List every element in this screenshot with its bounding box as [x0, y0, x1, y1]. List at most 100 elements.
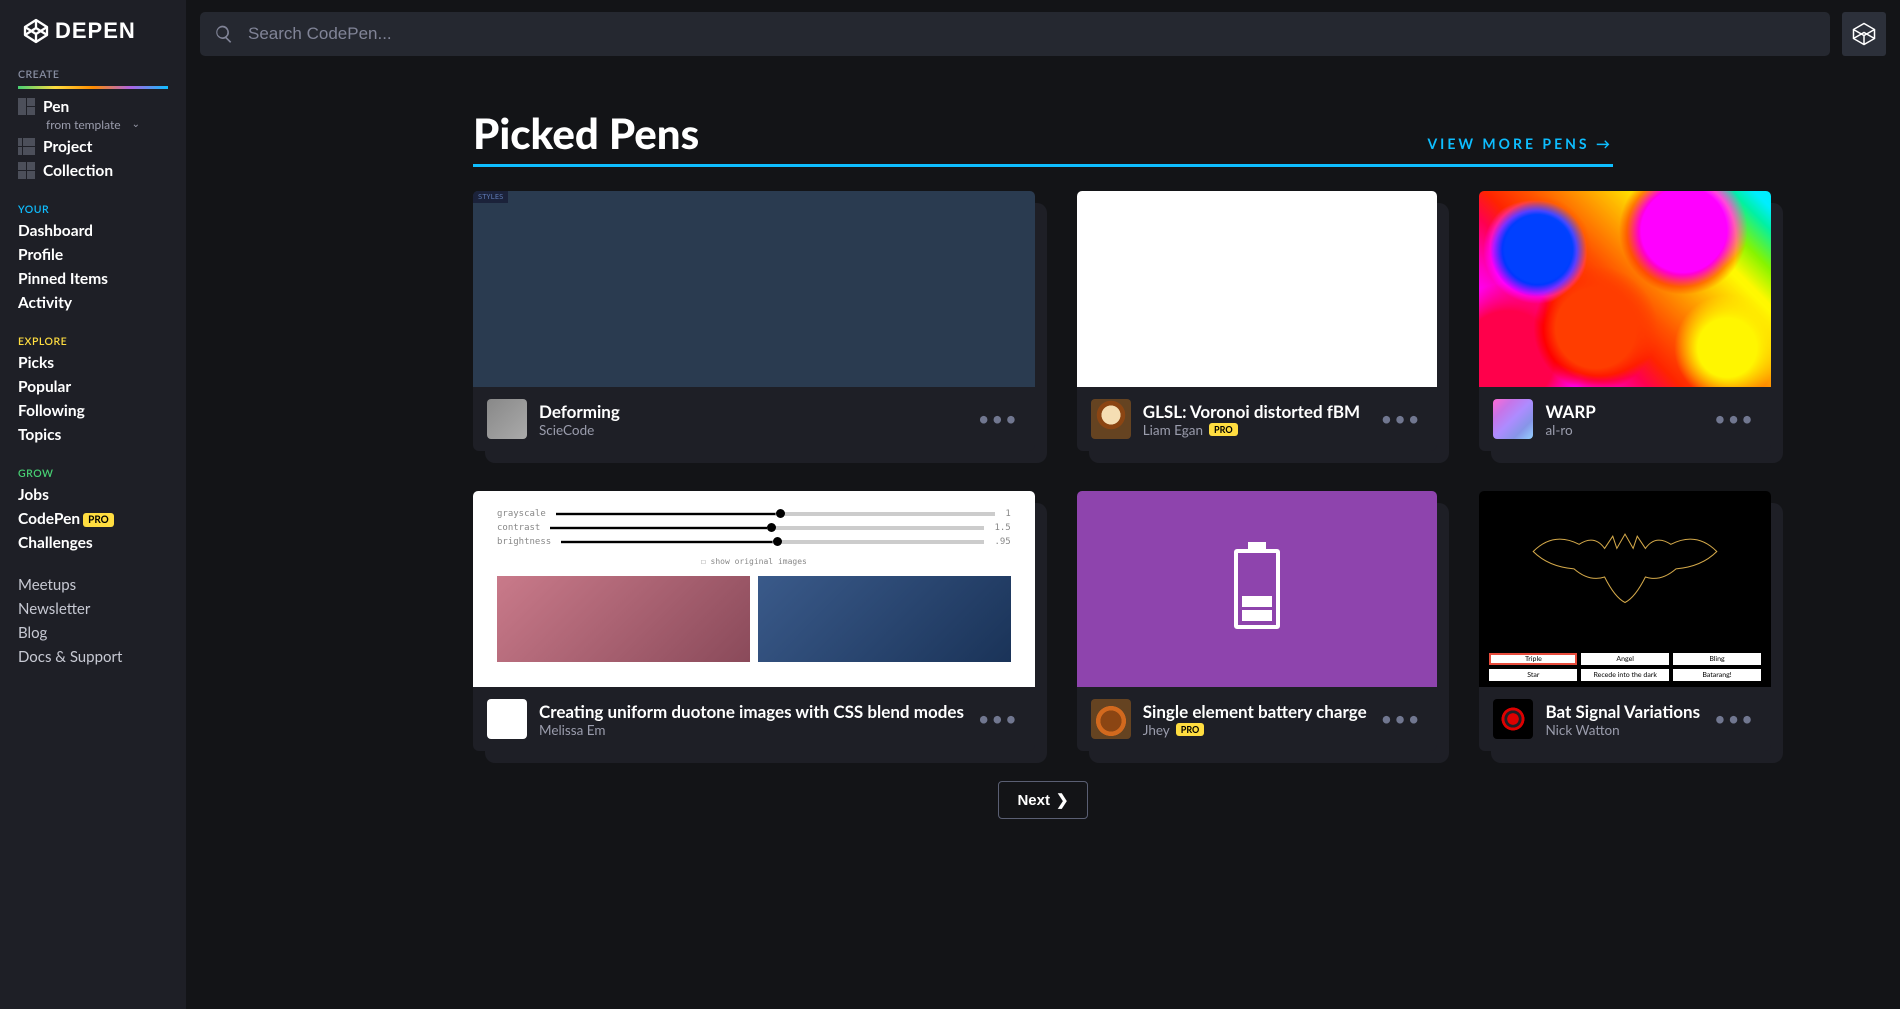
- nav-label: from template: [46, 117, 121, 132]
- card-menu-icon[interactable]: •••: [1712, 707, 1757, 731]
- nav-label: Pen: [43, 98, 69, 116]
- author-avatar[interactable]: [487, 399, 527, 439]
- author-avatar[interactable]: [1091, 399, 1131, 439]
- chevron-right-icon: ❯: [1056, 791, 1069, 809]
- section-label-explore: EXPLORE: [0, 331, 186, 351]
- rainbow-divider: [18, 86, 168, 89]
- nav-group-create: Pen from template ⌄ Project Collection: [0, 95, 186, 183]
- pro-badge: PRO: [1209, 423, 1238, 436]
- searchbar[interactable]: [200, 12, 1830, 56]
- next-button[interactable]: Next ❯: [998, 781, 1087, 819]
- pen-footer: Deforming ScieCode •••: [473, 387, 1035, 451]
- pen-author[interactable]: Jhey: [1143, 722, 1170, 738]
- nav-pinned-items[interactable]: Pinned Items: [0, 267, 186, 291]
- duotone-value: 1: [1005, 509, 1010, 519]
- pen-card[interactable]: Single element battery charge Jhey PRO •…: [1077, 491, 1438, 751]
- batman-btn: Triple: [1489, 653, 1577, 665]
- nav-profile[interactable]: Profile: [0, 243, 186, 267]
- nav-docs-support[interactable]: Docs & Support: [0, 645, 186, 669]
- pen-title: Deforming: [539, 401, 964, 422]
- card-menu-icon[interactable]: •••: [976, 707, 1021, 731]
- battery-icon: [1234, 549, 1280, 629]
- author-avatar[interactable]: [1091, 699, 1131, 739]
- card-menu-icon[interactable]: •••: [1379, 707, 1424, 731]
- pen-thumbnail: [1077, 491, 1438, 687]
- pen-thumbnail: Triple Angel Bling Star Recede into the …: [1479, 491, 1770, 687]
- pen-footer: WARP al-ro •••: [1479, 387, 1770, 451]
- author-avatar[interactable]: [1493, 699, 1533, 739]
- author-avatar[interactable]: [487, 699, 527, 739]
- nav-newsletter[interactable]: Newsletter: [0, 597, 186, 621]
- sidebar: DEPEN CREATE Pen from template ⌄ Project…: [0, 0, 186, 1009]
- chevron-down-icon: ⌄: [132, 118, 140, 130]
- footer-links: Meetups Newsletter Blog Docs & Support: [0, 573, 186, 669]
- pen-footer: GLSL: Voronoi distorted fBM Liam Egan PR…: [1077, 387, 1438, 451]
- cube-icon: [1849, 19, 1879, 49]
- pen-author[interactable]: Melissa Em: [539, 722, 605, 738]
- nav-label: CodePen: [18, 510, 80, 528]
- nav-jobs[interactable]: Jobs: [0, 483, 186, 507]
- section-title: Picked Pens: [473, 108, 699, 158]
- card-menu-icon[interactable]: •••: [1712, 407, 1757, 431]
- pen-card[interactable]: GLSL: Voronoi distorted fBM Liam Egan PR…: [1077, 191, 1438, 451]
- pen-thumbnail: grayscale1 contrast1.5 brightness.95 ☐ s…: [473, 491, 1035, 687]
- arrow-right-icon: →: [1596, 135, 1613, 152]
- pen-thumbnail: STYLES: [473, 191, 1035, 387]
- nav-new-project[interactable]: Project: [0, 135, 186, 159]
- nav-dashboard[interactable]: Dashboard: [0, 219, 186, 243]
- codepen-logo[interactable]: DEPEN: [0, 10, 186, 64]
- pen-author[interactable]: ScieCode: [539, 422, 594, 438]
- pro-badge: PRO: [1176, 723, 1205, 736]
- pen-footer: Bat Signal Variations Nick Watton •••: [1479, 687, 1770, 751]
- duotone-label: grayscale: [497, 509, 546, 519]
- nav-activity[interactable]: Activity: [0, 291, 186, 315]
- nav-following[interactable]: Following: [0, 399, 186, 423]
- section-label-your: YOUR: [0, 199, 186, 219]
- nav-codepen-pro[interactable]: CodePenPRO: [0, 507, 186, 531]
- pen-card[interactable]: Triple Angel Bling Star Recede into the …: [1479, 491, 1770, 751]
- collection-icon: [18, 162, 35, 179]
- batman-btn: Star: [1489, 669, 1577, 681]
- pen-author[interactable]: Nick Watton: [1545, 722, 1619, 738]
- duotone-label: brightness: [497, 537, 551, 547]
- nav-new-collection[interactable]: Collection: [0, 159, 186, 183]
- duotone-value: .95: [994, 537, 1010, 547]
- pen-card[interactable]: WARP al-ro •••: [1479, 191, 1770, 451]
- duotone-checkbox: ☐ show original images: [497, 557, 1011, 566]
- pen-thumbnail: [1077, 191, 1438, 387]
- nav-blog[interactable]: Blog: [0, 621, 186, 645]
- nav-new-pen[interactable]: Pen: [0, 95, 186, 119]
- nav-meetups[interactable]: Meetups: [0, 573, 186, 597]
- pen-author[interactable]: Liam Egan: [1143, 422, 1203, 438]
- pen-card[interactable]: STYLES Deforming ScieCode •••: [473, 191, 1035, 451]
- author-avatar[interactable]: [1493, 399, 1533, 439]
- batman-btn: Bling: [1673, 653, 1761, 665]
- nav-group-your: Dashboard Profile Pinned Items Activity: [0, 219, 186, 315]
- view-more-label: VIEW MORE PENS: [1427, 135, 1589, 152]
- nav-challenges[interactable]: Challenges: [0, 531, 186, 555]
- pager: Next ❯: [473, 781, 1613, 819]
- nav-pen-from-template[interactable]: from template ⌄: [0, 117, 186, 135]
- user-avatar[interactable]: [1842, 12, 1886, 56]
- card-menu-icon[interactable]: •••: [976, 407, 1021, 431]
- card-menu-icon[interactable]: •••: [1379, 407, 1424, 431]
- view-more-link[interactable]: VIEW MORE PENS →: [1427, 135, 1613, 158]
- nav-popular[interactable]: Popular: [0, 375, 186, 399]
- nav-picks[interactable]: Picks: [0, 351, 186, 375]
- pen-title: GLSL: Voronoi distorted fBM: [1143, 401, 1367, 422]
- pen-title: Bat Signal Variations: [1545, 701, 1700, 722]
- pen-footer: Creating uniform duotone images with CSS…: [473, 687, 1035, 751]
- nav-group-grow: Jobs CodePenPRO Challenges: [0, 483, 186, 555]
- pen-title: Creating uniform duotone images with CSS…: [539, 701, 964, 722]
- search-input[interactable]: [234, 24, 1816, 44]
- batman-btn: Recede into the dark: [1581, 669, 1669, 681]
- nav-group-explore: Picks Popular Following Topics: [0, 351, 186, 447]
- batman-icon: [1523, 526, 1727, 608]
- duotone-value: 1.5: [994, 523, 1010, 533]
- pen-icon: [18, 98, 35, 115]
- section-header: Picked Pens VIEW MORE PENS →: [473, 108, 1613, 167]
- nav-topics[interactable]: Topics: [0, 423, 186, 447]
- pen-author[interactable]: al-ro: [1545, 422, 1572, 438]
- pen-card[interactable]: grayscale1 contrast1.5 brightness.95 ☐ s…: [473, 491, 1035, 751]
- content: Picked Pens VIEW MORE PENS → STYLES: [186, 68, 1900, 1009]
